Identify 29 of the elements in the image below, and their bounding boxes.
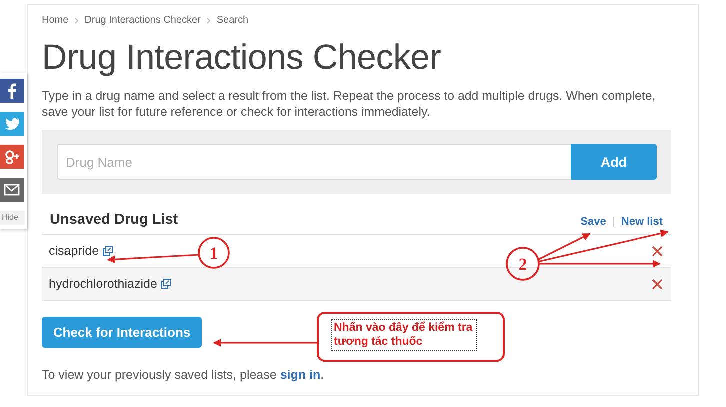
facebook-icon[interactable] bbox=[0, 79, 24, 103]
sign-in-link[interactable]: sign in bbox=[280, 368, 321, 382]
intro-text: Type in a drug name and select a result from the list. Repeat the process to add multiple drugs. When complete, save your list for future reference or check for interactions immediately. bbox=[42, 88, 657, 120]
external-link-icon[interactable] bbox=[103, 246, 114, 256]
page-title: Drug Interactions Checker bbox=[42, 38, 442, 78]
breadcrumb-link[interactable]: Drug Interactions Checker bbox=[84, 15, 201, 26]
chevron-icon bbox=[206, 18, 211, 24]
callout-text: Nhấn vào đây để kiểm tra tương tác thuốc bbox=[331, 319, 477, 351]
breadcrumb-link[interactable]: Search bbox=[216, 15, 249, 26]
email-icon[interactable] bbox=[0, 178, 24, 202]
list-action-link[interactable]: Save bbox=[580, 216, 606, 228]
check-interactions-button[interactable]: Check for Interactions bbox=[42, 317, 202, 348]
list-heading: Unsaved Drug List bbox=[50, 212, 178, 228]
external-link-icon[interactable] bbox=[161, 279, 172, 289]
google-plus-icon[interactable] bbox=[0, 145, 24, 169]
bird-icon[interactable] bbox=[0, 112, 24, 136]
drug-name[interactable]: hydrochlorothiazide bbox=[49, 277, 158, 291]
list-action-link[interactable]: New list bbox=[621, 216, 663, 228]
marker-annotation: 1 bbox=[198, 237, 230, 269]
hide-link[interactable]: Hide bbox=[0, 211, 25, 225]
add-button[interactable]: Add bbox=[571, 144, 657, 180]
breadcrumb-link[interactable]: Home bbox=[42, 15, 69, 26]
chevron-icon bbox=[74, 18, 79, 24]
remove-icon[interactable] bbox=[652, 246, 663, 256]
drug-name[interactable]: cisapride bbox=[49, 244, 100, 258]
remove-icon[interactable] bbox=[652, 278, 663, 290]
marker-annotation: 2 bbox=[506, 247, 540, 281]
drug-name-field[interactable]: Drug Name bbox=[57, 144, 571, 180]
sign-in-text: To view your previously saved lists, please sign in. bbox=[42, 368, 326, 382]
